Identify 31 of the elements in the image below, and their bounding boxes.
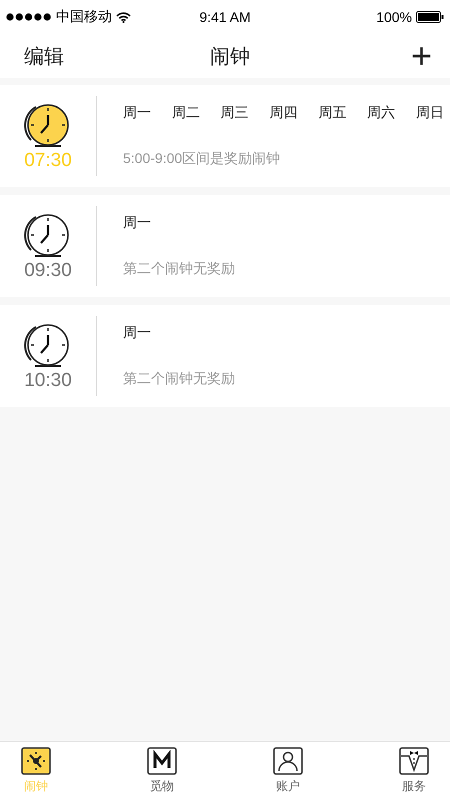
tab-item[interactable]: 服务 [390, 742, 438, 800]
alarm-time: 07:30 [24, 150, 72, 172]
status-time: 9:41 AM [199, 9, 251, 25]
alarm-time: 09:30 [24, 260, 72, 282]
weekday-label: 周一 [123, 324, 151, 342]
signal-icon [6, 13, 52, 21]
wifi-icon [116, 12, 131, 22]
weekday-label: 周二 [172, 104, 200, 122]
suit-icon [398, 746, 430, 776]
edit-button[interactable]: 编辑 [24, 42, 64, 70]
weekday-label: 周五 [318, 104, 346, 122]
alarm-clock-icon [20, 746, 52, 776]
letter-m-icon [146, 746, 178, 776]
page-title: 闹钟 [210, 44, 250, 70]
weekday-label: 周日 [416, 104, 444, 122]
tab-item[interactable]: 觅物 [138, 742, 186, 800]
alarm-time: 10:30 [24, 370, 72, 392]
weekday-label: 周一 [123, 104, 151, 122]
tab-item[interactable]: 账户 [264, 742, 312, 800]
alarm-note: 第二个闹钟无奖励 [123, 260, 236, 278]
weekday-label: 周三 [220, 104, 249, 122]
alarm-note: 5:00-9:00区间是奖励闹钟 [123, 150, 282, 168]
carrier: 中国移动 [56, 8, 112, 26]
person-icon [272, 746, 304, 776]
weekday-label: 周六 [367, 104, 396, 122]
weekday-label: 周四 [269, 104, 298, 122]
alarm-note: 第二个闹钟无奖励 [123, 370, 236, 388]
add-button[interactable]: + [406, 38, 436, 74]
weekday-label: 周一 [123, 214, 151, 232]
battery-percent: 100% [376, 9, 412, 25]
battery-icon [416, 11, 444, 23]
